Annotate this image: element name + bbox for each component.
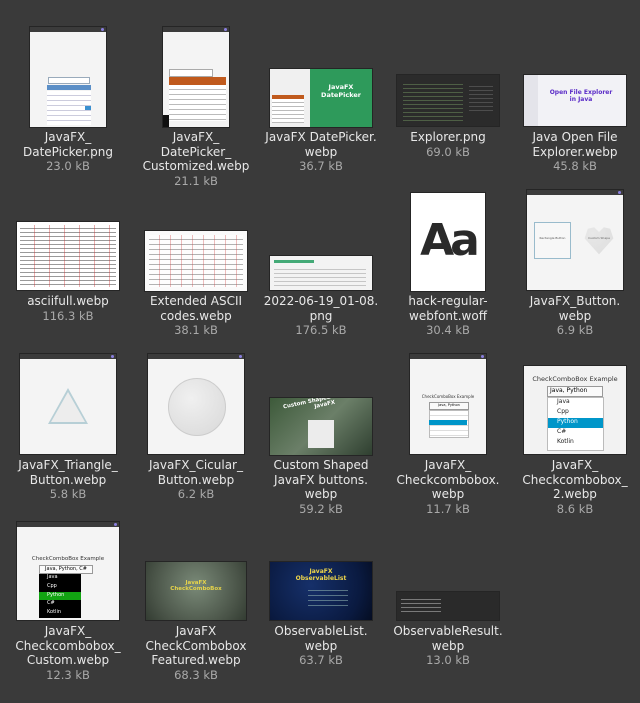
file-name: JavaFX_Cicular_ Button.webp — [148, 458, 243, 487]
file-name: Custom Shaped JavaFX buttons. webp — [273, 458, 369, 501]
file-name: JavaFX_ DatePicker_ Customized.webp — [142, 130, 250, 173]
combo-option[interactable]: Python — [39, 591, 81, 601]
thumbnail-title: JavaFX DatePicker — [321, 83, 361, 99]
file-item[interactable]: Rectangle Button Custom Shape JavaFX_But… — [513, 184, 637, 338]
thumbnail: Custom Shaped Buttons in JavaFX — [270, 398, 372, 455]
thumbnail — [163, 27, 229, 127]
file-item[interactable]: CheckComboBox Example Java, Python, C# J… — [6, 514, 130, 683]
thumbnail: CheckComboBox Example Java, Python — [410, 354, 486, 454]
file-item[interactable]: asciifull.webp 116.3 kB — [6, 184, 130, 324]
combo-option[interactable]: Cpp — [548, 408, 603, 418]
combo-option[interactable]: C# — [39, 600, 81, 609]
file-name: JavaFX_Triangle_ Button.webp — [18, 458, 118, 487]
file-name: 2022-06-19_01-08. png — [263, 294, 379, 323]
file-name: Explorer.png — [410, 130, 486, 144]
thumbnail: Open File Explorer in Java — [524, 75, 626, 126]
thumbnail: JavaFX ObservableList — [270, 562, 372, 620]
file-name: JavaFX_ Checkcombobox_ Custom.webp — [15, 624, 121, 667]
file-name: Java Open File Explorer.webp — [532, 130, 618, 159]
thumbnail: CheckComboBox Example Java, Python, C# J… — [17, 522, 119, 620]
thumbnail — [270, 256, 372, 290]
combo-option[interactable]: Java — [548, 398, 603, 408]
thumbnail-title: Custom Shaped Buttons in JavaFX — [282, 398, 365, 411]
file-item[interactable]: JavaFX CheckComboBox JavaFX CheckCombobo… — [134, 514, 258, 683]
file-size: 30.4 kB — [426, 323, 470, 337]
combo-value: Java, Python, C# — [39, 565, 93, 574]
file-name: JavaFX CheckCombobox Featured.webp — [145, 624, 247, 667]
combo-title: CheckComboBox Example — [31, 556, 105, 562]
combo-value: Java, Python — [429, 402, 469, 410]
file-size: 6.9 kB — [556, 323, 594, 337]
thumbnail-title: Open File Explorer in Java — [549, 89, 613, 103]
file-item[interactable]: JavaFX_ DatePicker.png 23.0 kB — [6, 20, 130, 174]
file-size: 6.2 kB — [177, 487, 215, 501]
file-item[interactable]: JavaFX ObservableList ObservableList. we… — [259, 514, 383, 668]
file-name: Extended ASCII codes.webp — [149, 294, 243, 323]
file-size: 38.1 kB — [174, 323, 218, 337]
combo-title: CheckComboBox Example — [532, 375, 618, 383]
file-name: JavaFX_Button. webp — [529, 294, 621, 323]
file-item[interactable]: Custom Shaped Buttons in JavaFX Custom S… — [259, 348, 383, 517]
file-item[interactable]: JavaFX_Cicular_ Button.webp 6.2 kB — [134, 348, 258, 502]
thumbnail-title: JavaFX CheckComboBox — [170, 580, 222, 592]
combo-option[interactable]: Cpp — [39, 583, 81, 592]
thumbnail — [17, 222, 119, 290]
file-size: 69.0 kB — [426, 144, 470, 159]
file-name: JavaFX DatePicker. webp — [265, 130, 377, 159]
combo-option[interactable]: Kotlin — [548, 438, 603, 448]
file-name: ObservableResult. webp — [393, 624, 503, 653]
file-item[interactable]: Aa hack-regular- webfont.woff 30.4 kB — [386, 184, 510, 338]
file-size: 5.8 kB — [49, 487, 87, 501]
file-name: JavaFX_ Checkcombobox. webp — [396, 458, 500, 501]
file-item[interactable]: JavaFX_ DatePicker_ Customized.webp 21.1… — [134, 20, 258, 189]
file-name: asciifull.webp — [27, 294, 109, 308]
thumbnail — [397, 592, 499, 620]
file-size: 116.3 kB — [42, 308, 94, 323]
file-size: 36.7 kB — [299, 159, 343, 173]
file-size: 63.7 kB — [299, 653, 343, 667]
file-item[interactable]: CheckComboBox Example Java, Python JavaF… — [386, 348, 510, 517]
thumbnail-title: JavaFX ObservableList — [295, 568, 347, 582]
file-size: 45.8 kB — [553, 159, 597, 173]
file-item[interactable]: JavaFX DatePicker JavaFX DatePicker. web… — [259, 20, 383, 174]
file-size: 176.5 kB — [295, 323, 347, 337]
file-size: 8.6 kB — [556, 501, 594, 516]
file-name: JavaFX_ Checkcombobox_ 2.webp — [522, 458, 628, 501]
file-item[interactable]: JavaFX_Triangle_ Button.webp 5.8 kB — [6, 348, 130, 502]
combo-value: Java, Python — [547, 386, 603, 397]
file-item[interactable]: Extended ASCII codes.webp 38.1 kB — [134, 184, 258, 338]
thumbnail: JavaFX CheckComboBox — [146, 562, 246, 620]
file-size: 12.3 kB — [46, 667, 90, 682]
file-name: ObservableList. webp — [274, 624, 368, 653]
combo-option[interactable]: C# — [548, 428, 603, 438]
thumbnail: Aa — [411, 193, 485, 291]
file-item[interactable]: Explorer.png 69.0 kB — [386, 20, 510, 160]
shape-button-label: Custom Shape — [588, 236, 610, 240]
thumbnail: CheckComboBox Example Java, Python Java … — [524, 366, 626, 454]
thumbnail — [148, 354, 244, 454]
combo-title: CheckComboBox Example — [421, 394, 475, 399]
file-item[interactable]: ObservableResult. webp 13.0 kB — [386, 514, 510, 668]
file-item[interactable]: Open File Explorer in Java Java Open Fil… — [513, 20, 637, 174]
combo-option[interactable]: Kotlin — [39, 609, 81, 618]
file-item[interactable]: CheckComboBox Example Java, Python Java … — [513, 348, 637, 517]
thumbnail — [30, 27, 106, 127]
file-size: 23.0 kB — [46, 159, 90, 173]
file-size: 68.3 kB — [174, 667, 218, 682]
combo-option[interactable]: Python — [548, 418, 603, 428]
rect-button-label: Rectangle Button — [539, 236, 566, 240]
thumbnail: Rectangle Button Custom Shape — [527, 190, 623, 290]
thumbnail — [397, 75, 499, 126]
file-size: 13.0 kB — [426, 653, 470, 667]
file-item[interactable]: 2022-06-19_01-08. png 176.5 kB — [259, 184, 383, 338]
file-name: hack-regular- webfont.woff — [408, 294, 488, 323]
thumbnail — [20, 354, 116, 454]
thumbnail — [145, 231, 247, 291]
thumbnail: JavaFX DatePicker — [270, 69, 372, 127]
combo-option[interactable]: Java — [39, 574, 81, 583]
file-name: JavaFX_ DatePicker.png — [23, 130, 113, 159]
